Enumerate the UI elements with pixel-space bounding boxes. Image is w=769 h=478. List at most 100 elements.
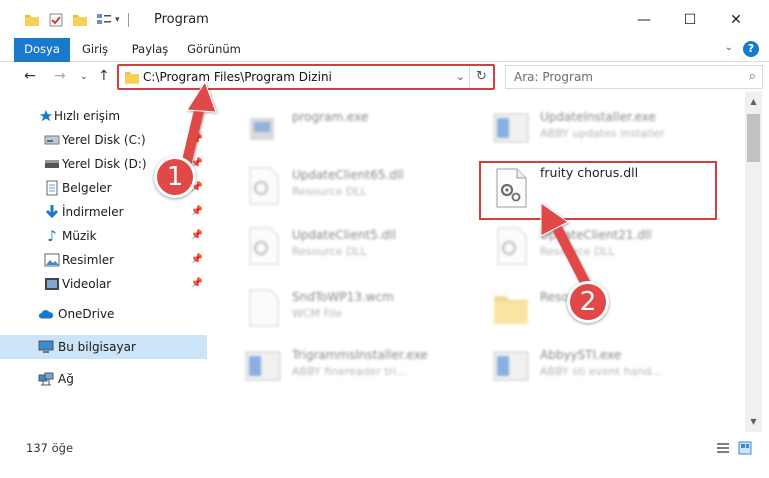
pin-icon: 📌 [190,254,203,265]
tab-home[interactable]: Giriş [78,38,112,62]
nav-item-label: OneDrive [58,307,115,321]
file-item[interactable]: AbbyySTI.exe ABBY sti event hand... [478,340,718,388]
step-1-badge: 1 [154,156,196,198]
file-name: UpdateClient5.dll [292,228,396,242]
nav-downloads[interactable]: İndirmeler 📌 [0,200,207,224]
nav-item-label: Resimler [62,253,115,267]
file-item[interactable]: program.exe [230,102,470,150]
documents-icon [44,180,60,196]
nav-item-label: Belgeler [62,181,112,195]
address-highlight-box [117,64,495,90]
drive-icon [44,156,60,172]
item-count: 137 öğe [26,441,74,455]
file-name: TrigrammsInstaller.exe [292,348,428,362]
installer-icon [245,351,281,381]
large-icons-view-icon[interactable] [738,441,752,455]
file-item[interactable]: TrigrammsInstaller.exe ABBY finereader t… [230,340,470,388]
installer-icon [493,113,529,143]
nav-item-label: Ağ [58,372,74,386]
help-button[interactable]: ? [743,41,759,57]
tab-file[interactable]: Dosya [14,38,70,62]
nav-drive-c[interactable]: Yerel Disk (C:) 📌 [0,128,207,152]
pin-icon: 📌 [190,278,203,289]
close-button[interactable]: ✕ [716,6,756,34]
maximize-button[interactable]: ☐ [670,6,710,34]
download-icon [44,204,60,220]
search-input[interactable] [514,67,734,87]
nav-music[interactable]: ♪ Müzik 📌 [0,224,207,248]
ribbon-expand-icon[interactable]: ⌄ [725,42,733,53]
dll-icon [496,168,527,208]
file-type: Resource DLL [540,245,615,258]
qat-dropdown-icon[interactable]: ▾ [115,15,120,25]
file-type: Resource DLL [292,185,367,198]
forward-arrow-icon[interactable]: → [54,68,66,84]
recent-chevron-icon[interactable]: ⌄ [80,72,88,82]
nav-item-label: Bu bilgisayar [58,340,136,354]
navigation-pane: Hızlı erişim Yerel Disk (C:) 📌 Yerel Dis… [0,92,210,432]
file-icon [249,289,279,327]
dll-icon [497,227,527,265]
file-type: WCM File [292,307,342,320]
file-name: UpdateInstaller.exe [540,110,656,124]
nav-item-label: Yerel Disk (D:) [62,157,147,171]
nav-pictures[interactable]: Resimler 📌 [0,248,207,272]
pin-icon: 📌 [190,206,203,217]
nav-network[interactable]: Ağ [0,367,207,391]
nav-item-label: Müzik [62,229,97,243]
nav-quick-access[interactable]: Hızlı erişim [0,104,207,128]
pin-icon: 📌 [190,230,203,241]
file-item[interactable]: SndToWP13.wcm WCM File [230,282,470,330]
file-item[interactable]: UpdateClient21.dll Resource DLL [478,220,718,268]
videos-icon [44,276,60,292]
window-title: Program [154,12,209,27]
file-list: program.exe UpdateInstaller.exe ABBY upd… [210,92,745,432]
status-bar: 137 öğe [0,432,769,466]
nav-item-label: İndirmeler [62,205,124,219]
nav-item-label: Hızlı erişim [54,109,121,123]
properties-icon[interactable] [48,12,64,28]
scroll-thumb[interactable] [747,114,760,162]
view-options-icon[interactable] [96,12,112,28]
folder-icon[interactable] [24,12,40,28]
back-arrow-icon[interactable]: ← [24,68,36,84]
dll-icon [249,167,279,205]
file-name: UpdateClient65.dll [292,168,404,182]
nav-onedrive[interactable]: OneDrive [0,302,207,326]
nav-this-pc[interactable]: Bu bilgisayar [0,335,207,359]
file-item[interactable]: UpdateClient65.dll Resource DLL [230,160,470,208]
new-folder-icon[interactable] [72,12,88,28]
details-view-icon[interactable] [716,441,730,455]
file-name: fruity chorus.dll [540,165,639,180]
tab-share[interactable]: Paylaş [128,38,172,62]
onedrive-icon [38,306,54,322]
file-item[interactable]: UpdateInstaller.exe ABBY updates install… [478,102,718,150]
quick-access-toolbar: ▾ [24,10,129,30]
file-name: AbbyySTI.exe [540,348,622,362]
search-icon: ⌕ [748,69,756,84]
scroll-up-icon[interactable]: ▲ [745,94,762,110]
tab-view[interactable]: Görünüm [186,38,242,62]
file-item-fruity-chorus[interactable]: fruity chorus.dll [478,162,718,210]
title-bar: ▾ Program — ☐ ✕ [0,0,769,38]
folder-icon [494,296,528,324]
file-type: ABBY finereader tri... [292,365,407,378]
file-item[interactable]: UpdateClient5.dll Resource DLL [230,220,470,268]
file-name: program.exe [292,110,369,124]
scroll-down-icon[interactable]: ▼ [745,414,762,430]
search-box[interactable]: ⌕ [505,65,763,89]
step-2-badge: 2 [567,281,609,323]
file-type: ABBY sti event hand... [540,365,662,378]
minimize-button[interactable]: — [624,6,664,34]
pictures-icon [44,252,60,268]
nav-item-label: Videolar [62,277,112,291]
file-name: UpdateClient21.dll [540,228,652,242]
file-type: ABBY updates installer [540,127,665,140]
nav-videos[interactable]: Videolar 📌 [0,272,207,296]
ribbon-tabs: Dosya Giriş Paylaş Görünüm ⌄ ? [0,38,769,62]
vertical-scrollbar[interactable]: ▲ ▼ [745,92,762,432]
up-arrow-icon[interactable]: ↑ [98,68,110,84]
music-icon: ♪ [47,227,57,245]
dll-icon [249,227,279,265]
file-type: Resource DLL [292,245,367,258]
